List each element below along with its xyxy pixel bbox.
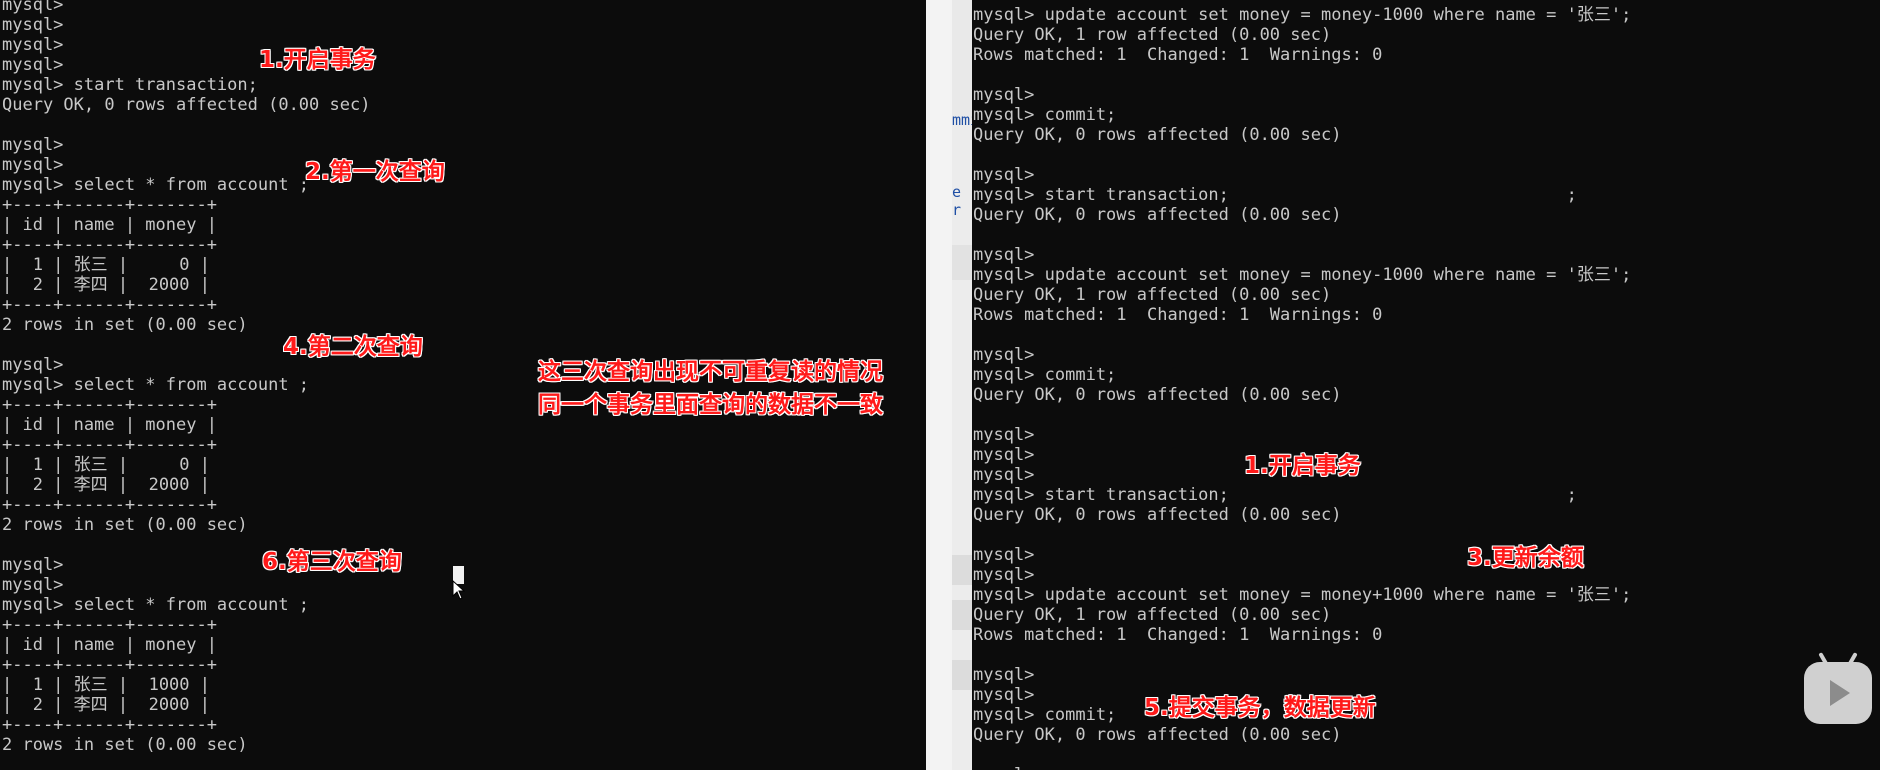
right-terminal-line: mysql>	[973, 425, 1035, 445]
editor-fragment: mmi	[952, 111, 972, 129]
annotation-first-query: 2.第一次查询	[305, 159, 445, 185]
left-terminal-line: +----+------+-------+	[2, 615, 217, 635]
left-terminal-line: mysql>	[2, 135, 64, 155]
left-terminal-line: | 2 | 李四 | 2000 |	[2, 475, 210, 495]
right-terminal-line: Rows matched: 1 Changed: 1 Warnings: 0	[973, 625, 1383, 645]
bilibili-play-icon	[1804, 652, 1872, 724]
left-terminal-line: mysql>	[2, 0, 64, 15]
right-terminal-line: Query OK, 0 rows affected (0.00 sec)	[973, 125, 1342, 145]
left-terminal-line: mysql>	[2, 35, 64, 55]
right-terminal-line: mysql> commit;	[973, 105, 1117, 125]
right-terminal-line: mysql>	[973, 445, 1035, 465]
right-terminal-line: mysql>	[973, 245, 1035, 265]
annotation-nonrepeatable-read-line1: 这三次查询出现不可重复读的情况	[538, 359, 883, 385]
right-terminal-line: mysql>	[973, 665, 1035, 685]
right-terminal-line: mysql> update account set money = money-…	[973, 265, 1632, 285]
left-terminal-line: Query OK, 0 rows affected (0.00 sec)	[2, 95, 371, 115]
left-terminal-line: mysql>	[2, 15, 64, 35]
left-terminal-line: mysql>	[2, 55, 64, 75]
mouse-pointer-icon	[452, 580, 466, 600]
right-terminal-line: mysql>	[973, 465, 1035, 485]
right-terminal-output: mysql> update account set money = money-…	[973, 5, 1631, 770]
left-terminal-line: | id | name | money |	[2, 635, 217, 655]
right-terminal-line: mysql>	[973, 345, 1035, 365]
left-terminal-line: 2 rows in set (0.00 sec)	[2, 735, 248, 755]
left-terminal-line: | 1 | 张三 | 0 |	[2, 455, 210, 475]
right-terminal-line: Rows matched: 1 Changed: 1 Warnings: 0	[973, 305, 1383, 325]
right-terminal-line: Query OK, 1 row affected (0.00 sec)	[973, 25, 1332, 45]
right-terminal-line: mysql> start transaction; ;	[973, 185, 1577, 205]
left-terminal-line: +----+------+-------+	[2, 235, 217, 255]
right-terminal-line: mysql>	[973, 565, 1035, 585]
right-terminal-line: Rows matched: 1 Changed: 1 Warnings: 0	[973, 45, 1383, 65]
annotation-start-transaction: 1.开启事务	[259, 47, 376, 73]
right-terminal-line: Query OK, 0 rows affected (0.00 sec)	[973, 385, 1342, 405]
annotation-third-query: 6.第三次查询	[262, 549, 402, 575]
left-terminal-line: +----+------+-------+	[2, 715, 217, 735]
left-terminal-line: +----+------+-------+	[2, 495, 217, 515]
right-terminal-line: Query OK, 1 row affected (0.00 sec)	[973, 285, 1332, 305]
right-terminal-line: mysql> update account set money = money+…	[973, 585, 1632, 605]
left-terminal-line: mysql>	[2, 355, 64, 375]
left-terminal-line: +----+------+-------+	[2, 395, 217, 415]
right-terminal-line: mysql>	[973, 685, 1035, 705]
left-terminal-line: 2 rows in set (0.00 sec)	[2, 515, 248, 535]
annotation-nonrepeatable-read-line2: 同一个事务里面查询的数据不一致	[538, 392, 883, 418]
right-terminal-line: mysql>	[973, 765, 1034, 770]
left-terminal-line: +----+------+-------+	[2, 655, 217, 675]
right-terminal-line: mysql> start transaction; ;	[973, 485, 1577, 505]
right-terminal-line: mysql>	[973, 165, 1035, 185]
left-terminal-line: | 2 | 李四 | 2000 |	[2, 275, 210, 295]
right-terminal-line: Query OK, 0 rows affected (0.00 sec)	[973, 505, 1342, 525]
right-terminal-line: mysql> update account set money = money-…	[973, 5, 1632, 25]
right-terminal-line: mysql> commit;	[973, 705, 1117, 725]
annotation-start-transaction-right: 1.开启事务	[1244, 453, 1361, 479]
left-terminal-line: +----+------+-------+	[2, 195, 217, 215]
left-terminal-line: mysql>	[2, 575, 64, 595]
left-terminal-line: mysql>	[2, 155, 64, 175]
right-terminal-line: Query OK, 0 rows affected (0.00 sec)	[973, 725, 1342, 745]
left-terminal-line: | id | name | money |	[2, 215, 217, 235]
right-terminal-line: mysql>	[973, 85, 1035, 105]
left-terminal-line: +----+------+-------+	[2, 295, 217, 315]
left-terminal-line: mysql> select * from account ;	[2, 175, 310, 195]
left-terminal-line: 2 rows in set (0.00 sec)	[2, 315, 248, 335]
right-terminal-window[interactable]: mysql> update account set money = money-…	[972, 0, 1880, 770]
left-terminal-line: mysql> start transaction;	[2, 75, 258, 95]
window-gap	[926, 0, 952, 770]
annotation-update-balance: 3.更新余额	[1467, 545, 1584, 571]
left-terminal-line: mysql>	[2, 555, 64, 575]
left-terminal-line: mysql> select * from account ;	[2, 375, 310, 395]
annotation-second-query: 4.第二次查询	[283, 334, 423, 360]
background-editor-strip: mmi e r	[952, 0, 972, 770]
right-terminal-line: mysql> commit;	[973, 365, 1117, 385]
annotation-commit-data-updated: 5.提交事务，数据更新	[1144, 695, 1376, 721]
left-terminal-line: +----+------+-------+	[2, 435, 217, 455]
editor-fragment: e r	[952, 183, 962, 219]
right-terminal-line: mysql>	[973, 545, 1035, 565]
left-terminal-line: mysql> select * from account ;	[2, 595, 310, 615]
right-terminal-line: Query OK, 0 rows affected (0.00 sec)	[973, 205, 1342, 225]
left-terminal-line: | id | name | money |	[2, 415, 217, 435]
right-terminal-line: Query OK, 1 row affected (0.00 sec)	[973, 605, 1332, 625]
left-terminal-line: | 1 | 张三 | 1000 |	[2, 675, 210, 695]
left-terminal-line: | 1 | 张三 | 0 |	[2, 255, 210, 275]
left-terminal-line: | 2 | 李四 | 2000 |	[2, 695, 210, 715]
left-terminal-output: mysql> mysql> mysql> mysql> mysql> start…	[2, 0, 370, 770]
